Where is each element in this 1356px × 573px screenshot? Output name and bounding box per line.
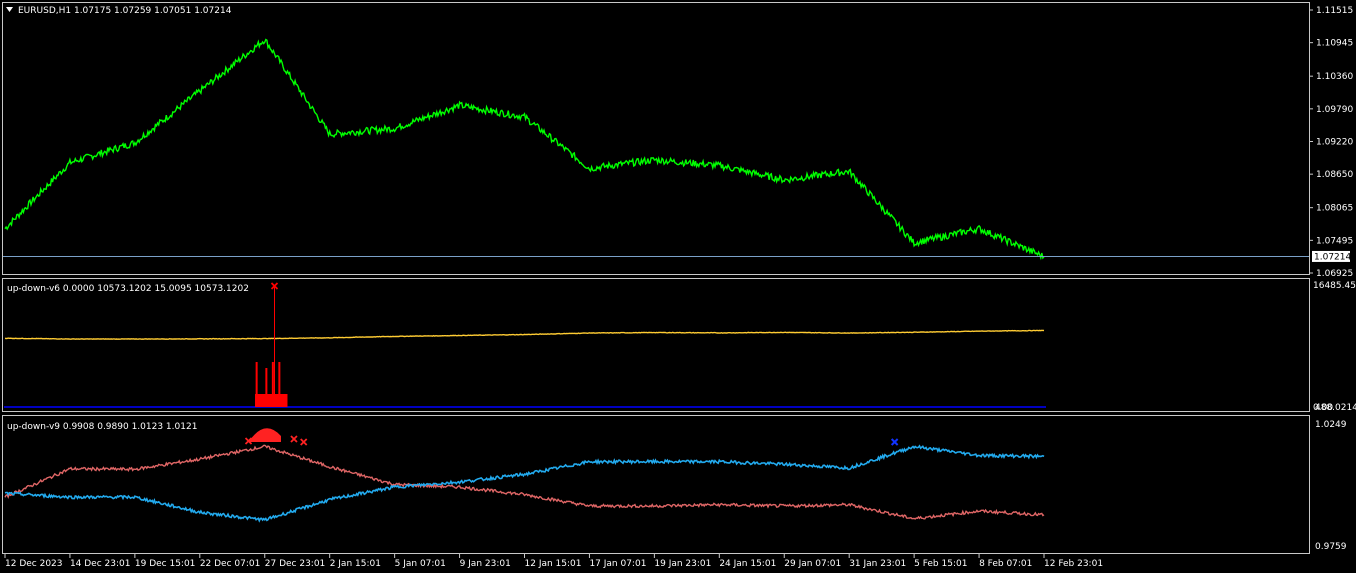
time-tick-label: 17 Jan 07:01: [589, 559, 646, 569]
panel3-axis-top: 1.0249: [1315, 420, 1347, 430]
panel3-plot[interactable]: [4, 428, 1045, 523]
panel2-axis-top: 16485.450: [1313, 281, 1356, 291]
panel2-axis-bottom-b: 488.0214: [1315, 403, 1356, 413]
price-tick-label: 1.11515: [1316, 6, 1353, 16]
price-plot[interactable]: [4, 38, 1045, 261]
panel2-bar-cluster: [255, 394, 288, 407]
time-tick-label: 12 Feb 23:01: [1044, 559, 1103, 569]
time-tick-label: 12 Dec 2023: [5, 559, 63, 569]
current-price-label: 1.07214: [1314, 252, 1351, 262]
panel3-red-cross-icon: [300, 438, 308, 446]
price-tick-label: 1.09220: [1316, 138, 1353, 148]
time-tick-label: 29 Jan 07:01: [784, 559, 841, 569]
time-tick-label: 27 Dec 23:01: [265, 559, 326, 569]
symbol-header: EURUSD,H1 1.07175 1.07259 1.07051 1.0721…: [18, 6, 232, 16]
dropdown-arrow-icon[interactable]: [6, 7, 13, 12]
panel3-blue-series: [4, 444, 1045, 523]
panel3-red-highlight: [248, 428, 281, 442]
panel3-blue-cross-icon: [890, 438, 899, 446]
panel2-frame: [2, 278, 1310, 412]
panel3-axis-bottom: 0.9759: [1315, 542, 1347, 552]
time-tick-label: 31 Jan 23:01: [849, 559, 906, 569]
time-tick-label: 9 Jan 23:01: [460, 559, 511, 569]
time-tick-label: 5 Feb 15:01: [914, 559, 967, 569]
panel3-title: up-down-v9 0.9908 0.9890 1.0123 1.0121: [7, 422, 197, 432]
time-tick-label: 2 Jan 15:01: [330, 559, 381, 569]
price-panel-frame: [2, 2, 1310, 275]
price-tick-label: 1.06925: [1316, 269, 1353, 279]
time-tick-label: 8 Feb 07:01: [979, 559, 1032, 569]
time-tick-label: 24 Jan 15:01: [719, 559, 776, 569]
price-line-series: [4, 38, 1045, 261]
price-tick-label: 1.08065: [1316, 204, 1353, 214]
time-tick-label: 12 Jan 15:01: [525, 559, 582, 569]
time-tick-label: 19 Dec 15:01: [135, 559, 196, 569]
time-tick-label: 5 Jan 07:01: [395, 559, 446, 569]
price-tick-label: 1.08650: [1316, 170, 1353, 180]
price-axis: 1.11515 1.10945 1.10360 1.09790 1.09220 1.086…: [1309, 6, 1353, 279]
time-tick-label: 19 Jan 23:01: [654, 559, 711, 569]
time-tick-label: 14 Dec 23:01: [70, 559, 131, 569]
price-tick-label: 1.07495: [1316, 236, 1353, 246]
panel2-line-series: [4, 329, 1045, 340]
panel3-red-cross-icon: [290, 435, 298, 443]
panel3-frame: [2, 415, 1310, 554]
panel2-plot[interactable]: [4, 282, 1046, 408]
time-tick-label: 22 Dec 07:01: [200, 559, 261, 569]
price-tick-label: 1.10360: [1316, 72, 1353, 82]
trading-chart[interactable]: 1.11515 1.10945 1.10360 1.09790 1.09220 1.086…: [0, 0, 1356, 573]
price-tick-label: 1.09790: [1316, 105, 1353, 115]
price-tick-label: 1.10945: [1316, 39, 1353, 49]
panel2-title: up-down-v6 0.0000 10573.1202 15.0095 105…: [7, 284, 249, 294]
time-axis: 12 Dec 2023 14 Dec 23:01 19 Dec 15:01 22 De…: [4, 554, 1103, 569]
